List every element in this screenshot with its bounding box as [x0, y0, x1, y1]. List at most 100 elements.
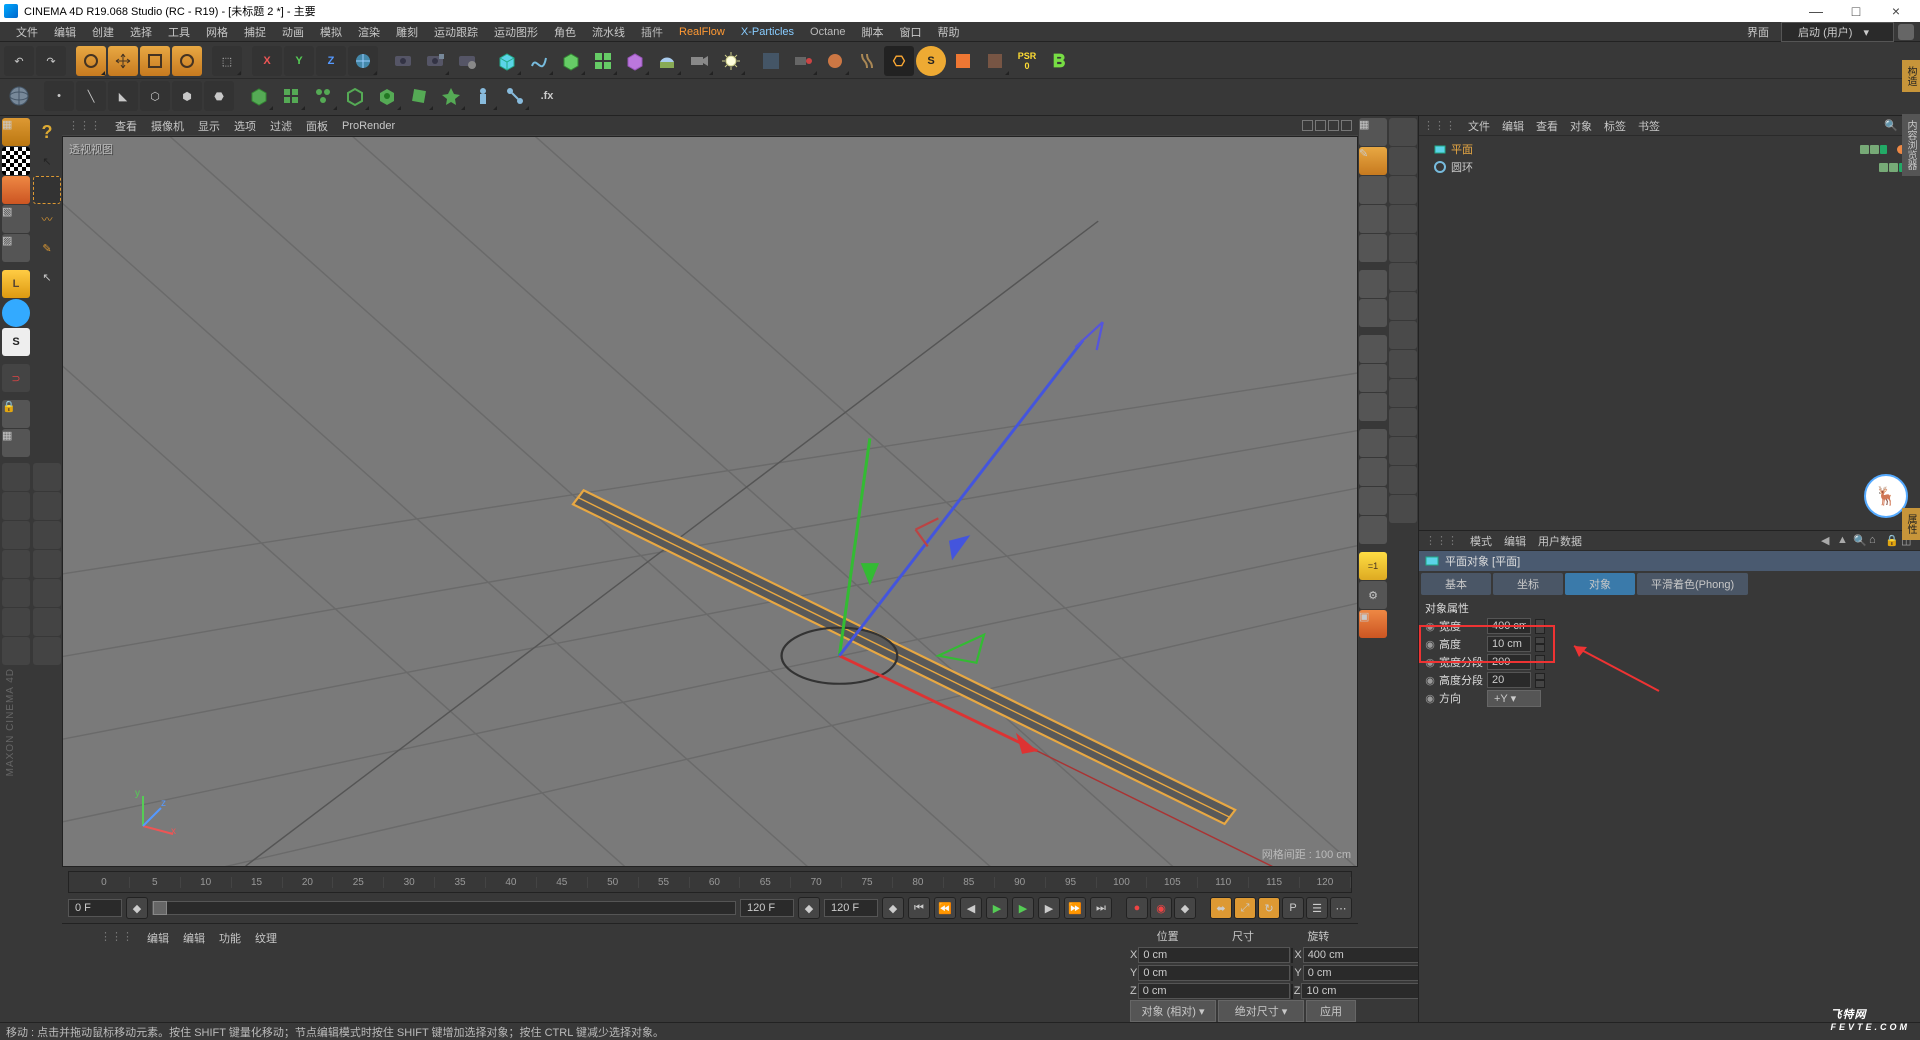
camera-object[interactable]: [684, 46, 714, 76]
rtool-b6[interactable]: [1389, 263, 1417, 291]
om-menu-edit[interactable]: 编辑: [1502, 118, 1524, 134]
rtool-10[interactable]: [1359, 393, 1387, 421]
mograph-7[interactable]: [436, 81, 466, 111]
menu-pipeline[interactable]: 流水线: [584, 22, 633, 42]
palette-b3[interactable]: [33, 521, 61, 549]
poly-pen[interactable]: ✎: [33, 234, 61, 262]
rtool-b12[interactable]: [1389, 437, 1417, 465]
joint-tool[interactable]: [500, 81, 530, 111]
menu-create[interactable]: 创建: [84, 22, 122, 42]
palette-b1[interactable]: [33, 463, 61, 491]
prev-frame[interactable]: ◀: [960, 897, 982, 919]
menu-snap[interactable]: 捕捉: [236, 22, 274, 42]
rtool-9[interactable]: [1359, 364, 1387, 392]
minimize-button[interactable]: —: [1796, 3, 1836, 19]
menu-edit[interactable]: 编辑: [46, 22, 84, 42]
rtool-b1[interactable]: [1389, 118, 1417, 146]
content-browser[interactable]: [948, 46, 978, 76]
rtool-b10[interactable]: [1389, 379, 1417, 407]
misc-tool-2[interactable]: ⬢: [172, 81, 202, 111]
menu-sculpt[interactable]: 雕刻: [388, 22, 426, 42]
misc-tool-3[interactable]: ⬣: [204, 81, 234, 111]
vp-nav-1[interactable]: [1302, 120, 1313, 131]
coord-mode-2[interactable]: 绝对尺寸 ▾: [1218, 1000, 1304, 1022]
attr-home-icon[interactable]: ⌂: [1869, 534, 1882, 547]
layout-toggle[interactable]: [1898, 24, 1914, 40]
vp-menu-display[interactable]: 显示: [198, 118, 220, 134]
play-forward[interactable]: ▶: [1012, 897, 1034, 919]
rtool-b4[interactable]: [1389, 205, 1417, 233]
timeline-end-right[interactable]: [824, 899, 878, 917]
layout-selector[interactable]: 启动 (用户) ▾: [1781, 22, 1894, 42]
timeline-end-left[interactable]: [740, 899, 794, 917]
coord-apply[interactable]: 应用: [1306, 1000, 1356, 1022]
attr-width-field[interactable]: [1487, 618, 1531, 634]
rtool-4[interactable]: [1359, 205, 1387, 233]
attr-search-icon[interactable]: 🔍: [1853, 534, 1866, 547]
om-search-icon[interactable]: 🔍: [1884, 119, 1898, 132]
rtool-b2[interactable]: [1389, 147, 1417, 175]
key-opt[interactable]: ☰: [1306, 897, 1328, 919]
menu-mesh[interactable]: 网格: [198, 22, 236, 42]
rtool-5[interactable]: [1359, 234, 1387, 262]
side-tab-2[interactable]: 内容浏览器: [1902, 114, 1920, 176]
keyframe-sel[interactable]: ◆: [1174, 897, 1196, 919]
rtool-b7[interactable]: [1389, 292, 1417, 320]
om-menu-tag[interactable]: 标签: [1604, 118, 1626, 134]
maximize-button[interactable]: □: [1836, 3, 1876, 19]
spinner-icon-2[interactable]: ◆: [798, 897, 820, 919]
fx-tool[interactable]: .fx: [532, 81, 562, 111]
mograph-5[interactable]: [372, 81, 402, 111]
rtool-b11[interactable]: [1389, 408, 1417, 436]
vp-menu-filter[interactable]: 过滤: [270, 118, 292, 134]
rtool-13[interactable]: [1359, 487, 1387, 515]
pos-z[interactable]: [1138, 983, 1290, 999]
hair-tool[interactable]: [852, 46, 882, 76]
mograph-4[interactable]: [340, 81, 370, 111]
tree-item-plane[interactable]: 平面: [1421, 140, 1918, 158]
rtool-12[interactable]: [1359, 458, 1387, 486]
goto-start[interactable]: ⏮: [908, 897, 930, 919]
om-menu-file[interactable]: 文件: [1468, 118, 1490, 134]
key-pla[interactable]: P: [1282, 897, 1304, 919]
goto-end[interactable]: ⏭: [1090, 897, 1112, 919]
pos-y[interactable]: [1138, 965, 1290, 981]
cursor-2[interactable]: ↖: [33, 263, 61, 291]
key-misc[interactable]: ⋯: [1330, 897, 1352, 919]
vp-menu-camera[interactable]: 摄像机: [151, 118, 184, 134]
mograph-6[interactable]: [404, 81, 434, 111]
substance-button[interactable]: S: [916, 46, 946, 76]
prev-key[interactable]: ⏪: [934, 897, 956, 919]
coord-mode-1[interactable]: 对象 (相对) ▾: [1130, 1000, 1216, 1022]
bookmark-button[interactable]: 𝐁: [1044, 46, 1074, 76]
vp-menu-view[interactable]: 查看: [115, 118, 137, 134]
make-editable[interactable]: ▦: [2, 118, 30, 146]
cube-primitive[interactable]: [492, 46, 522, 76]
tab-coord[interactable]: 坐标: [1493, 573, 1563, 595]
rtool-b14[interactable]: [1389, 495, 1417, 523]
xpresso-tool[interactable]: [756, 46, 786, 76]
attr-height-field[interactable]: [1487, 636, 1531, 652]
menu-mograph[interactable]: 运动图形: [486, 22, 546, 42]
palette-b2[interactable]: [33, 492, 61, 520]
menu-tools[interactable]: 工具: [160, 22, 198, 42]
scale-tool[interactable]: [140, 46, 170, 76]
deformer[interactable]: [620, 46, 650, 76]
om-menu-view[interactable]: 查看: [1536, 118, 1558, 134]
vp-menu-prorender[interactable]: ProRender: [342, 120, 395, 132]
key-r[interactable]: ↻: [1258, 897, 1280, 919]
octane-button[interactable]: ⎔: [884, 46, 914, 76]
menu-help[interactable]: 帮助: [930, 22, 968, 42]
menu-render[interactable]: 渲染: [350, 22, 388, 42]
object-tree[interactable]: 平面 圆环 🦌: [1419, 136, 1920, 530]
mograph-2[interactable]: [276, 81, 306, 111]
mat-menu-1[interactable]: 编辑: [147, 930, 169, 946]
side-tab-1[interactable]: 构造: [1902, 60, 1920, 92]
rtool-b5[interactable]: [1389, 234, 1417, 262]
attr-direction-select[interactable]: +Y ▾: [1487, 690, 1541, 707]
misc-tool-1[interactable]: ⬡: [140, 81, 170, 111]
lasso-select[interactable]: 〰: [33, 205, 61, 233]
rtool-b3[interactable]: [1389, 176, 1417, 204]
help-icon[interactable]: ?: [33, 118, 61, 146]
globe-tool[interactable]: [4, 81, 34, 111]
